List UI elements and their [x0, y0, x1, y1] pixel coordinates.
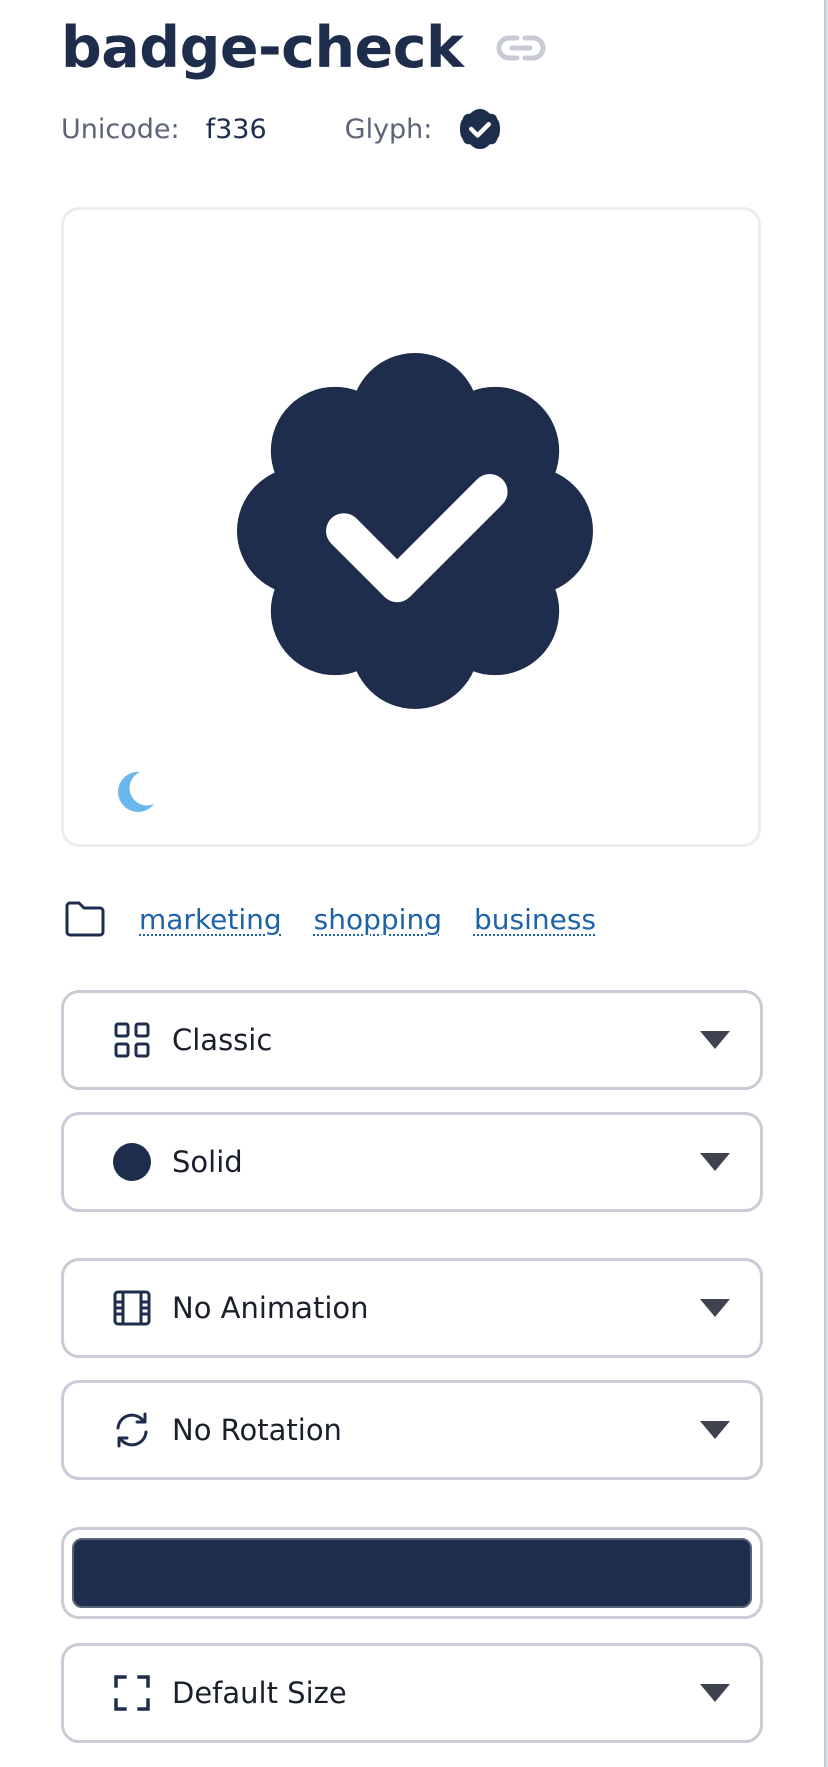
chevron-down-icon — [700, 1153, 730, 1171]
icon-preview-panel — [61, 207, 761, 847]
chevron-down-icon — [700, 1421, 730, 1439]
family-select-label: Classic — [172, 1023, 273, 1057]
title-row: badge-check — [61, 12, 547, 84]
grid-icon — [114, 1022, 150, 1058]
solid-circle-icon — [113, 1143, 151, 1181]
badge-check-preview-icon — [237, 353, 593, 709]
moon-icon[interactable] — [112, 770, 156, 814]
style-select[interactable]: Solid — [61, 1112, 763, 1212]
rotate-arrows-icon — [116, 1412, 148, 1448]
right-scroll-rail — [824, 0, 828, 1767]
chevron-down-icon — [700, 1299, 730, 1317]
size-select[interactable]: Default Size — [61, 1643, 763, 1743]
animation-select[interactable]: No Animation — [61, 1258, 763, 1358]
category-link-business[interactable]: business — [474, 903, 596, 936]
size-select-label: Default Size — [172, 1676, 347, 1710]
categories-row: marketing shopping business — [63, 893, 596, 945]
color-swatch[interactable] — [72, 1538, 752, 1608]
unicode-label: Unicode: — [61, 113, 180, 145]
expand-corners-icon — [114, 1675, 150, 1711]
category-link-marketing[interactable]: marketing — [139, 903, 282, 936]
badge-check-icon[interactable] — [460, 109, 501, 149]
film-icon — [113, 1290, 151, 1326]
meta-row: Unicode: f336 Glyph: — [61, 109, 501, 149]
rotation-select[interactable]: No Rotation — [61, 1380, 763, 1480]
link-icon[interactable] — [495, 31, 547, 65]
chevron-down-icon — [700, 1684, 730, 1702]
glyph-label: Glyph: — [344, 113, 433, 145]
chevron-down-icon — [700, 1031, 730, 1049]
family-select[interactable]: Classic — [61, 990, 763, 1090]
icon-title: badge-check — [61, 14, 464, 81]
style-select-label: Solid — [172, 1145, 243, 1179]
rotation-select-label: No Rotation — [172, 1413, 342, 1447]
animation-select-label: No Animation — [172, 1291, 369, 1325]
unicode-value[interactable]: f336 — [206, 114, 267, 145]
folder-icon — [63, 900, 107, 938]
category-link-shopping[interactable]: shopping — [314, 903, 442, 936]
color-picker — [61, 1527, 763, 1619]
